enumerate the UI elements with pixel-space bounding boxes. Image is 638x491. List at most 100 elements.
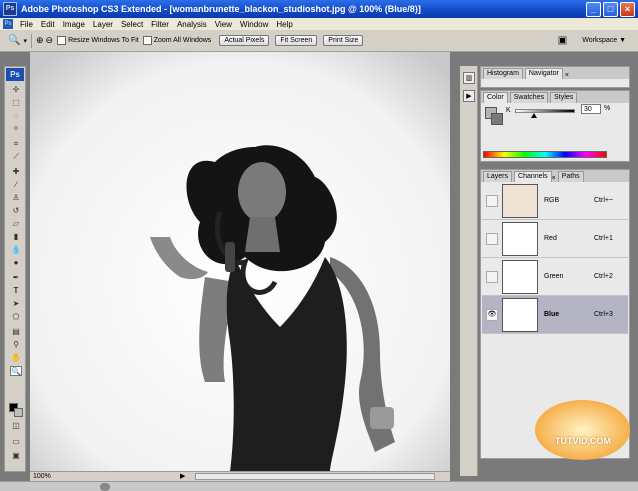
workspace-button[interactable]: Workspace ▼ bbox=[578, 36, 630, 45]
history-panel-icon[interactable]: ▥ bbox=[463, 72, 475, 84]
channel-row-red[interactable]: Red Ctrl+1 bbox=[482, 220, 628, 258]
channel-row-rgb[interactable]: RGB Ctrl+~ bbox=[482, 182, 628, 220]
history-brush-tool-icon[interactable]: ↺ bbox=[10, 206, 22, 216]
close-icon[interactable]: × bbox=[552, 175, 556, 182]
tab-styles[interactable]: Styles bbox=[550, 92, 578, 103]
color-ramp[interactable] bbox=[483, 151, 607, 158]
path-selection-tool-icon[interactable]: ➤ bbox=[10, 299, 22, 309]
channel-thumbnail bbox=[502, 221, 538, 256]
clone-stamp-tool-icon[interactable]: ♙ bbox=[10, 193, 22, 203]
scroll-thumb[interactable] bbox=[100, 483, 110, 491]
menu-image[interactable]: Image bbox=[59, 20, 89, 29]
type-tool-icon[interactable]: T bbox=[10, 286, 22, 296]
healing-brush-tool-icon[interactable]: ✚ bbox=[10, 167, 22, 177]
channel-row-blue[interactable]: 👁 Blue Ctrl+3 bbox=[482, 296, 628, 334]
screen-mode-icon[interactable]: ▭ bbox=[10, 437, 22, 447]
channel-name: Green bbox=[544, 273, 564, 280]
maximize-button[interactable]: □ bbox=[603, 1, 618, 17]
options-bar: 🔍 ▾ ⊕ ⊖ Resize Windows To Fit Zoom All W… bbox=[0, 30, 638, 52]
tool-preset-dropdown-icon[interactable]: ▾ bbox=[23, 37, 27, 45]
eraser-tool-icon[interactable]: ▱ bbox=[10, 219, 22, 229]
brush-tool-icon[interactable]: ∕ bbox=[10, 180, 22, 190]
visibility-toggle[interactable] bbox=[486, 194, 498, 207]
zoom-in-icon[interactable]: ⊕ bbox=[36, 35, 44, 46]
k-value-input[interactable]: 30 bbox=[581, 104, 601, 114]
eye-icon[interactable]: 👁 bbox=[486, 308, 498, 321]
zoom-tool-icon[interactable]: 🔍 bbox=[8, 35, 20, 46]
quick-mask-icon[interactable]: ◫ bbox=[10, 421, 22, 431]
visibility-toggle[interactable] bbox=[486, 270, 498, 283]
eyedropper-tool-icon[interactable]: ⚲ bbox=[10, 340, 22, 350]
k-slider-thumb[interactable] bbox=[531, 113, 537, 118]
menu-layer[interactable]: Layer bbox=[89, 20, 117, 29]
background-color-swatch[interactable] bbox=[14, 408, 23, 417]
channel-shortcut: Ctrl+~ bbox=[594, 197, 614, 204]
zoom-all-windows-checkbox[interactable] bbox=[142, 36, 152, 45]
background-color-box[interactable] bbox=[491, 113, 503, 125]
zoom-out-icon[interactable]: ⊖ bbox=[46, 35, 54, 46]
channel-row-green[interactable]: Green Ctrl+2 bbox=[482, 258, 628, 296]
channel-name: Blue bbox=[544, 311, 560, 318]
actions-panel-icon[interactable]: ▶ bbox=[463, 90, 475, 102]
k-channel-label: K bbox=[506, 107, 511, 114]
resize-windows-checkbox[interactable] bbox=[57, 36, 67, 45]
crop-tool-icon[interactable]: ⌗ bbox=[10, 139, 22, 149]
tab-swatches[interactable]: Swatches bbox=[509, 92, 549, 103]
close-icon[interactable]: × bbox=[565, 72, 569, 79]
horizontal-scrollbar[interactable] bbox=[195, 473, 435, 480]
move-tool-icon[interactable]: ✢ bbox=[10, 85, 22, 95]
tab-paths[interactable]: Paths bbox=[557, 171, 584, 182]
menu-filter[interactable]: Filter bbox=[147, 20, 173, 29]
tab-color[interactable]: Color bbox=[483, 92, 508, 103]
menu-edit[interactable]: Edit bbox=[37, 20, 59, 29]
magic-wand-tool-icon[interactable]: ✧ bbox=[10, 124, 22, 134]
slice-tool-icon[interactable]: ⟋ bbox=[10, 152, 22, 162]
navigator-panel: Histogram Navigator × bbox=[480, 66, 630, 88]
menu-select[interactable]: Select bbox=[117, 20, 147, 29]
fit-screen-button[interactable]: Fit Screen bbox=[275, 35, 318, 46]
channel-thumbnail bbox=[502, 183, 538, 218]
menu-view[interactable]: View bbox=[211, 20, 236, 29]
zoom-tool-icon[interactable]: 🔍 bbox=[10, 366, 22, 376]
gradient-tool-icon[interactable]: ▮ bbox=[10, 232, 22, 242]
marquee-tool-icon[interactable]: ⬚ bbox=[10, 98, 22, 108]
tab-navigator[interactable]: Navigator bbox=[524, 68, 563, 79]
menu-bar: Ps File Edit Image Layer Select Filter A… bbox=[0, 18, 638, 30]
dodge-tool-icon[interactable]: ● bbox=[10, 258, 22, 268]
menu-help[interactable]: Help bbox=[272, 20, 296, 29]
notes-tool-icon[interactable]: ▤ bbox=[10, 327, 22, 337]
close-button[interactable]: × bbox=[620, 1, 635, 17]
title-bar: Ps Adobe Photoshop CS3 Extended - [woman… bbox=[0, 0, 638, 18]
tutvid-watermark-logo: TUTVID.COM bbox=[535, 400, 630, 460]
percent-unit: % bbox=[604, 105, 611, 112]
document-status-bar: 100% ▶ bbox=[30, 471, 450, 481]
channel-thumbnail bbox=[502, 259, 538, 294]
k-slider[interactable] bbox=[515, 109, 575, 113]
actual-pixels-button[interactable]: Actual Pixels bbox=[219, 35, 270, 46]
tab-channels[interactable]: Channels bbox=[514, 171, 552, 182]
bottom-scroll-strip[interactable] bbox=[0, 481, 638, 491]
bridge-icon[interactable]: ▣ bbox=[558, 35, 567, 46]
zoom-level[interactable]: 100% bbox=[33, 473, 51, 480]
print-size-button[interactable]: Print Size bbox=[323, 35, 364, 46]
blur-tool-icon[interactable]: 💧 bbox=[10, 245, 22, 255]
menu-analysis[interactable]: Analysis bbox=[173, 20, 211, 29]
visibility-toggle[interactable] bbox=[486, 232, 498, 245]
hand-tool-icon[interactable]: ✋ bbox=[10, 353, 22, 363]
document-icon[interactable]: Ps bbox=[3, 19, 13, 29]
minimize-button[interactable]: _ bbox=[586, 1, 601, 17]
watermark-text: TUTVID.COM bbox=[555, 436, 611, 446]
tab-histogram[interactable]: Histogram bbox=[483, 68, 523, 79]
status-menu-arrow-icon[interactable]: ▶ bbox=[180, 472, 185, 480]
pen-tool-icon[interactable]: ✒ bbox=[10, 273, 22, 283]
channel-thumbnail bbox=[502, 297, 538, 332]
menu-file[interactable]: File bbox=[16, 20, 37, 29]
document-canvas[interactable] bbox=[30, 52, 450, 472]
edit-in-imageready-icon[interactable]: ▣ bbox=[10, 451, 22, 461]
tab-layers[interactable]: Layers bbox=[483, 171, 513, 182]
shape-tool-icon[interactable]: ⬠ bbox=[10, 312, 22, 322]
photoshop-app-icon: Ps bbox=[3, 2, 17, 16]
lasso-tool-icon[interactable]: ◌ bbox=[10, 111, 22, 121]
menu-window[interactable]: Window bbox=[236, 20, 272, 29]
toolbox: Ps ✢ ⬚ ◌ ✧ ⌗ ⟋ ✚ ∕ ♙ ↺ ▱ ▮ 💧 ● ✒ T ➤ ⬠ ▤… bbox=[4, 66, 26, 472]
